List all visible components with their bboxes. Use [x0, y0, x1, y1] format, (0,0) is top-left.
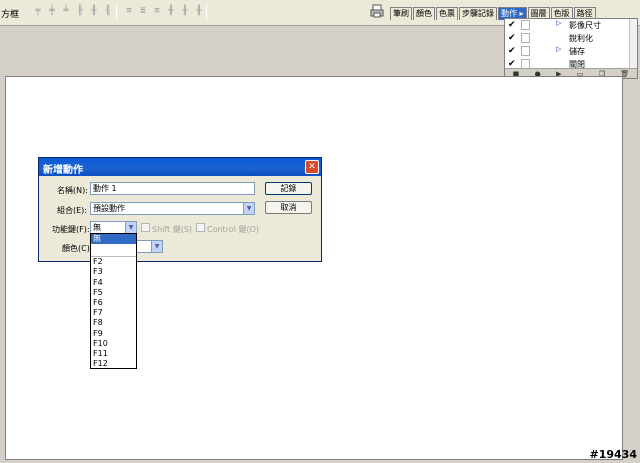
shift-checkbox[interactable]: [141, 223, 150, 232]
actions-palette: ✔ ▷ 影像尺寸 ✔ 銳利化 ✔ ▷ 儲存 ✔ 關閉 ■ ● ▶ ▭ ❐ 🗑: [504, 18, 638, 79]
checkmark-icon[interactable]: ✔: [508, 33, 518, 43]
expand-triangle-icon: ▸: [519, 9, 524, 18]
function-key-value: 無: [93, 223, 101, 232]
cancel-button[interactable]: 取消: [265, 201, 312, 214]
list-item[interactable]: F11: [91, 349, 136, 359]
chevron-down-icon[interactable]: ▼: [125, 222, 136, 233]
list-item[interactable]: F7: [91, 308, 136, 318]
expand-triangle-icon[interactable]: ▷: [556, 45, 561, 53]
distribute-bottom-icon[interactable]: ≡: [151, 5, 163, 17]
list-item[interactable]: F12: [91, 359, 136, 369]
chevron-down-icon[interactable]: ▼: [243, 203, 254, 214]
tool-options-label: 方框: [1, 10, 20, 20]
function-key-listbox: 無 F2 F3 F4 F5 F6 F7 F8 F9 F10 F11 F12: [90, 233, 137, 369]
name-field[interactable]: 動作 1: [90, 182, 255, 195]
control-label: Control 鍵(O): [207, 225, 259, 234]
function-key-label: 功能鍵(F):: [52, 225, 90, 234]
set-label: 組合(E):: [57, 206, 87, 215]
checkmark-icon[interactable]: ✔: [508, 20, 518, 30]
toolbar-separator: [206, 4, 207, 20]
expand-triangle-icon[interactable]: ▷: [556, 19, 561, 27]
action-row[interactable]: ✔ ▷ 影像尺寸: [505, 19, 631, 32]
tab-color[interactable]: 顏色: [413, 7, 435, 20]
chevron-down-icon[interactable]: ▼: [151, 241, 162, 252]
list-item[interactable]: F5: [91, 288, 136, 298]
dialog-titlebar[interactable]: 新增動作 ✕: [39, 158, 321, 176]
shift-label: Shift 鍵(S): [152, 225, 193, 234]
new-action-dialog: 新增動作 ✕ 名稱(N): 動作 1 組合(E): 預設動作 ▼ 功能鍵(F):…: [38, 157, 322, 262]
dialog-toggle-box[interactable]: [521, 33, 530, 43]
action-row[interactable]: ✔ 銳利化: [505, 32, 631, 45]
align-top-icon[interactable]: ╤: [32, 5, 44, 17]
record-button[interactable]: 記錄: [265, 182, 312, 195]
name-label: 名稱(N):: [57, 186, 88, 195]
list-item[interactable]: F8: [91, 318, 136, 328]
list-item[interactable]: F9: [91, 329, 136, 339]
distribute-tool-group: ≡ ≣ ≡ ╫ ╫ ╫: [123, 5, 205, 17]
distribute-hcenter-icon[interactable]: ╫: [179, 5, 191, 17]
dialog-toggle-box[interactable]: [521, 20, 530, 30]
toolbar-separator: [116, 4, 117, 20]
tab-brushes[interactable]: 筆刷: [390, 7, 412, 20]
list-item[interactable]: F2: [91, 257, 136, 267]
list-item[interactable]: F3: [91, 267, 136, 277]
dialog-toggle-box[interactable]: [521, 46, 530, 56]
tab-actions-label: 動作: [501, 9, 517, 18]
color-label: 顏色(C):: [62, 244, 93, 253]
align-vcenter-icon[interactable]: ╪: [46, 5, 58, 17]
set-select-value: 預設動作: [93, 204, 125, 213]
set-select[interactable]: 預設動作 ▼: [90, 202, 255, 215]
distribute-vcenter-icon[interactable]: ≣: [137, 5, 149, 17]
action-label: 儲存: [569, 47, 585, 56]
action-label: 影像尺寸: [569, 21, 601, 30]
distribute-right-icon[interactable]: ╫: [193, 5, 205, 17]
list-item[interactable]: [91, 244, 136, 258]
list-item[interactable]: 無: [91, 234, 136, 245]
list-item[interactable]: F4: [91, 278, 136, 288]
action-row[interactable]: ✔ ▷ 儲存: [505, 45, 631, 58]
printer-icon[interactable]: [370, 4, 384, 18]
dialog-title: 新增動作: [43, 165, 83, 176]
align-right-icon[interactable]: ╢: [102, 5, 114, 17]
actions-scrollbar[interactable]: [629, 19, 637, 69]
align-bottom-icon[interactable]: ╧: [60, 5, 72, 17]
align-tool-group: ╤ ╪ ╧ ╟ ╫ ╢: [32, 5, 114, 17]
action-label: 銳利化: [569, 34, 593, 43]
align-left-icon[interactable]: ╟: [74, 5, 86, 17]
checkmark-icon[interactable]: ✔: [508, 46, 518, 56]
list-item[interactable]: F6: [91, 298, 136, 308]
distribute-left-icon[interactable]: ╫: [165, 5, 177, 17]
close-icon[interactable]: ✕: [305, 160, 319, 174]
watermark: #19434: [589, 448, 638, 461]
list-item[interactable]: F10: [91, 339, 136, 349]
align-hcenter-icon[interactable]: ╫: [88, 5, 100, 17]
distribute-top-icon[interactable]: ≡: [123, 5, 135, 17]
tab-swatches[interactable]: 色票: [436, 7, 458, 20]
control-checkbox[interactable]: [196, 223, 205, 232]
tab-history[interactable]: 步驟記錄: [459, 7, 497, 20]
